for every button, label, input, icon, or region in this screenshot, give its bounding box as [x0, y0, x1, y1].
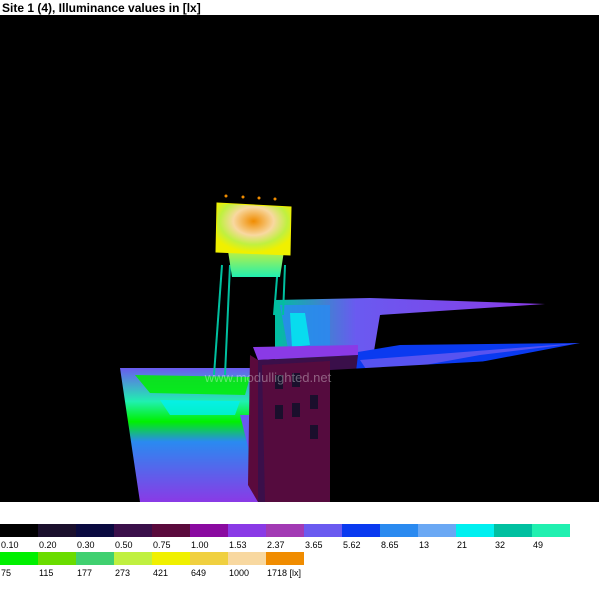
legend-swatch [494, 524, 532, 537]
legend-swatch [228, 552, 266, 565]
legend-row-2: 75 115 177 273 421 649 1000 1718 [lx] [0, 552, 600, 578]
legend-label: 421 [153, 568, 169, 578]
legend-label: 115 [39, 568, 54, 578]
legend-label: 0.20 [39, 540, 57, 550]
legend-label: 5.62 [343, 540, 361, 550]
legend-label: 49 [533, 540, 544, 550]
legend-swatch [0, 552, 38, 565]
legend-label: 0.30 [77, 540, 95, 550]
legend-swatch [266, 552, 304, 565]
legend-label: 32 [495, 540, 506, 550]
page-title: Site 1 (4), Illuminance values in [lx] [2, 1, 201, 15]
legend-label: 0.10 [1, 540, 19, 550]
legend-swatch [418, 524, 456, 537]
legend-label: 1000 [229, 568, 250, 578]
legend-label: 0.50 [115, 540, 133, 550]
legend-swatch [114, 552, 152, 565]
legend-label: 75 [1, 568, 12, 578]
legend-label: 0.75 [153, 540, 171, 550]
legend-swatch [456, 524, 494, 537]
legend-row-1: 0.10 0.20 0.30 0.50 0.75 1.00 1.53 2.37 3.65 5.62… [0, 524, 600, 550]
front-building [248, 345, 598, 502]
legend-swatch [38, 524, 76, 537]
legend-swatch [76, 524, 114, 537]
legend-label: 8.65 [381, 540, 399, 550]
legend-label: 1.00 [191, 540, 209, 550]
legend-label: 273 [115, 568, 131, 578]
legend-swatch [38, 552, 76, 565]
legend-swatch [228, 524, 266, 537]
legend-swatch [0, 524, 38, 537]
legend-label: 1.53 [229, 540, 247, 550]
legend-swatch [532, 524, 570, 537]
legend-label: 1718 [lx] [267, 568, 302, 578]
legend-label: 21 [457, 540, 468, 550]
legend-label: 177 [77, 568, 93, 578]
legend-label: 3.65 [305, 540, 323, 550]
legend-swatch [304, 524, 342, 537]
legend-swatch [76, 552, 114, 565]
legend-swatch [380, 524, 418, 537]
legend-swatch [342, 524, 380, 537]
watermark-text: www.modullighted.net [204, 370, 332, 385]
legend-swatch [266, 524, 304, 537]
legend-swatch [152, 552, 190, 565]
scene-svg: www.modullighted.net [120, 194, 598, 502]
legend-swatch [190, 552, 228, 565]
legend-label: 649 [191, 568, 207, 578]
legend-label: 2.37 [267, 540, 285, 550]
legend-swatch [190, 524, 228, 537]
legend-swatch [152, 524, 190, 537]
illuminance-render-view[interactable]: www.modullighted.net [0, 15, 599, 502]
legend-label: 13 [419, 540, 430, 550]
legend-swatch [114, 524, 152, 537]
